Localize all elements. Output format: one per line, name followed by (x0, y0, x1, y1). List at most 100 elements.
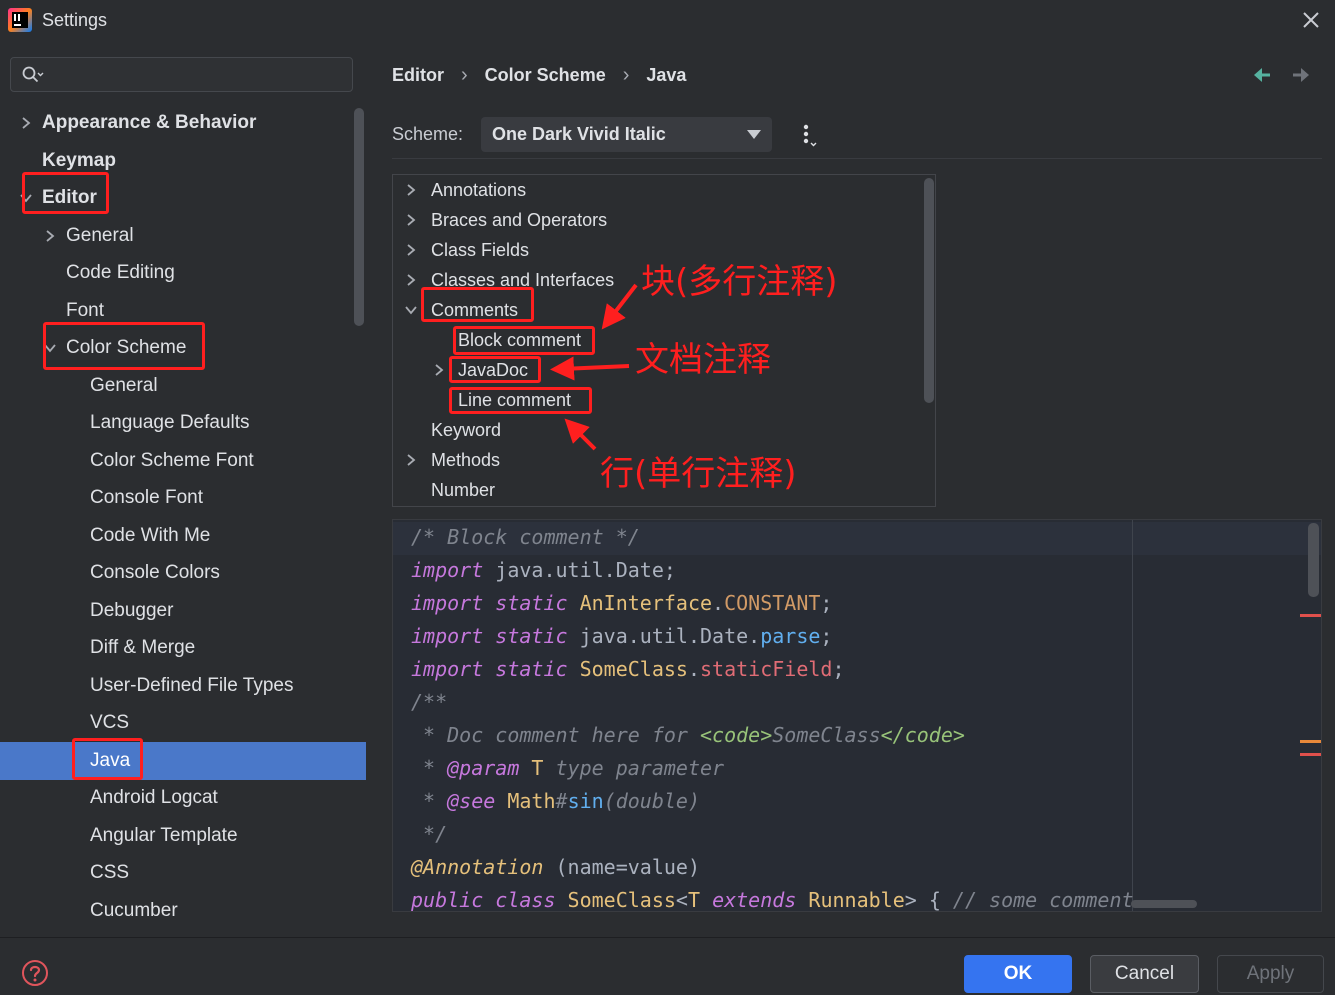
sidebar-item-general[interactable]: General (0, 217, 352, 255)
chevron-down-icon[interactable] (19, 191, 33, 205)
categories-scrollbar[interactable] (924, 178, 934, 403)
code-line[interactable]: * Doc comment here for <code>SomeClass</… (411, 719, 1134, 752)
code-token-class: SomeClass (579, 657, 688, 681)
sidebar-item-label: Font (66, 300, 105, 321)
sidebar-item-code-with-me[interactable]: Code With Me (0, 517, 352, 555)
sidebar-item-android-logcat[interactable]: Android Logcat (0, 779, 352, 817)
kebab-menu-icon[interactable] (799, 123, 823, 149)
sidebar-item-appearance-behavior[interactable]: Appearance & Behavior (0, 104, 352, 142)
code-token-class: Math (507, 789, 556, 813)
close-icon[interactable] (1301, 10, 1321, 30)
chevron-right-icon[interactable] (404, 183, 418, 197)
warning-stripe-marker[interactable] (1300, 740, 1321, 743)
chevron-down-icon[interactable] (404, 303, 418, 317)
category-keyword[interactable]: Keyword (393, 415, 923, 445)
sidebar-item-label: Angular Template (90, 825, 238, 846)
chevron-right-icon[interactable] (404, 273, 418, 287)
code-preview[interactable]: /* Block comment */ import java.util.Date… (392, 519, 1322, 912)
sidebar-item-console-font[interactable]: Console Font (0, 479, 352, 517)
sidebar-item-color-scheme[interactable]: Color Scheme (0, 329, 352, 367)
arrow-right-icon[interactable] (1291, 66, 1310, 84)
help-icon[interactable] (21, 959, 49, 987)
settings-search[interactable] (10, 57, 353, 92)
category-line-comment[interactable]: Line comment (393, 385, 923, 415)
code-token-annotation: @Annotation (411, 855, 544, 879)
sidebar-item-diff-merge[interactable]: Diff & Merge (0, 629, 352, 667)
breadcrumb: Editor › Color Scheme › Java (392, 62, 686, 88)
sidebar-item-font[interactable]: Font (0, 292, 352, 330)
sidebar-item-label: CSS (90, 862, 130, 883)
code-line[interactable]: * @see Math#sin(double) (411, 785, 1134, 818)
code-line[interactable]: import java.util.Date; (411, 554, 1134, 587)
code-token-plain: . (712, 591, 725, 615)
sidebar-item-editor[interactable]: Editor (0, 179, 352, 217)
sidebar-item-angular-template[interactable]: Angular Template (0, 817, 352, 855)
code-token-keyword: import static (411, 624, 568, 648)
code-line[interactable]: public class SomeClass<T extends Runnabl… (411, 884, 1134, 912)
code-token-comment: * (411, 756, 448, 780)
category-braces-operators[interactable]: Braces and Operators (393, 205, 923, 235)
chevron-right-icon[interactable] (432, 363, 446, 377)
arrow-left-icon[interactable] (1253, 66, 1272, 84)
code-token-class: T (687, 888, 701, 912)
chevron-right-icon[interactable] (19, 116, 33, 130)
category-class-fields[interactable]: Class Fields (393, 235, 923, 265)
code-token-method: parse (760, 624, 821, 648)
sidebar-item-label: Debugger (90, 600, 174, 621)
breadcrumb-separator: › (622, 63, 630, 86)
chevron-right-icon[interactable] (43, 229, 57, 243)
sidebar-item-code-editing[interactable]: Code Editing (0, 254, 352, 292)
sidebar-item-cucumber[interactable]: Cucumber (0, 892, 352, 930)
scheme-dropdown[interactable]: One Dark Vivid Italic (481, 117, 772, 152)
code-token-plain: ; (832, 657, 845, 681)
code-token-plain: . (687, 657, 701, 681)
code-token-comment: /** (411, 690, 448, 714)
breadcrumb-item-color-scheme[interactable]: Color Scheme (485, 65, 606, 86)
code-line[interactable]: import static SomeClass.staticField; (411, 653, 1134, 686)
category-annotations[interactable]: Annotations (393, 175, 923, 205)
code-token-comment: (double) (603, 789, 701, 813)
chevron-down-icon[interactable] (43, 341, 57, 355)
sidebar-item-java[interactable]: Java (0, 742, 366, 780)
sidebar-item-scheme-general[interactable]: General (0, 367, 352, 405)
breadcrumb-item-editor[interactable]: Editor (392, 65, 444, 86)
breadcrumb-item-java: Java (646, 64, 687, 85)
code-token-plain: ; (820, 591, 833, 615)
category-label: Keyword (431, 420, 502, 440)
code-line[interactable]: */ (411, 818, 1134, 851)
code-token-plain: < (675, 888, 688, 912)
sidebar-item-console-colors[interactable]: Console Colors (0, 554, 352, 592)
sidebar-item-language-defaults[interactable]: Language Defaults (0, 404, 352, 442)
code-line[interactable]: import static AnInterface.CONSTANT; (411, 587, 1134, 620)
sidebar-item-css[interactable]: CSS (0, 854, 352, 892)
sidebar-item-color-scheme-font[interactable]: Color Scheme Font (0, 442, 352, 480)
scheme-label: Scheme: (392, 124, 464, 144)
category-label: Class Fields (431, 240, 530, 260)
code-line[interactable]: @Annotation (name=value) (411, 851, 1134, 884)
sidebar-scrollbar[interactable] (354, 108, 364, 326)
sidebar-item-label: Color Scheme Font (90, 450, 254, 471)
preview-horizontal-scrollbar[interactable] (1131, 900, 1197, 908)
category-label: Line comment (458, 390, 572, 410)
sidebar-item-keymap[interactable]: Keymap (0, 142, 352, 180)
error-stripe-marker[interactable] (1300, 753, 1321, 756)
apply-button[interactable]: Apply (1217, 955, 1324, 993)
chevron-right-icon[interactable] (404, 243, 418, 257)
ok-button[interactable]: OK (964, 955, 1072, 993)
preview-scrollbar[interactable] (1308, 523, 1319, 597)
sidebar-item-user-defined-file-types[interactable]: User-Defined File Types (0, 667, 352, 705)
sidebar-item-debugger[interactable]: Debugger (0, 592, 352, 630)
code-line[interactable]: * @param T type parameter (411, 752, 1134, 785)
chevron-right-icon[interactable] (404, 213, 418, 227)
sidebar-item-label: Console Font (90, 487, 204, 508)
sidebar-item-vcs[interactable]: VCS (0, 704, 352, 742)
code-line[interactable]: /* Block comment */ (411, 521, 1134, 554)
code-line[interactable]: import static java.util.Date.parse; (411, 620, 1134, 653)
category-label: Classes and Interfaces (431, 270, 615, 290)
error-stripe-marker[interactable] (1300, 614, 1321, 617)
search-input[interactable] (49, 62, 345, 87)
code-line[interactable]: /** (411, 686, 1134, 719)
chevron-right-icon[interactable] (404, 453, 418, 467)
footer-divider (0, 937, 1335, 938)
cancel-button[interactable]: Cancel (1090, 955, 1199, 993)
